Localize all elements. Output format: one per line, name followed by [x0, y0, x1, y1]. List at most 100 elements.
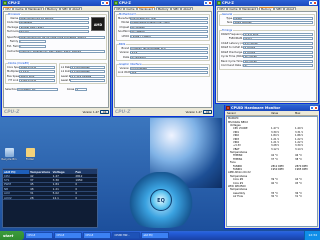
ok-button[interactable]: OK: [203, 110, 212, 114]
field-row: Brand Phoenix Technologies, LTD: [118, 46, 208, 51]
tab-panel: Processor AMD Athlon 64 NameAMD Athlon 6…: [3, 10, 109, 108]
cpuz-window-cpu[interactable]: CPU-Z CPU Cache Mainboard Memory SPD Abo…: [1, 0, 111, 117]
desktop-icon-recycle-bin[interactable]: Recycle Bin: [1, 148, 17, 161]
titlebar[interactable]: CPU-Z: [2, 0, 110, 6]
sensor-value: 30 °C: [271, 195, 278, 199]
cpuz-app-icon: [217, 1, 221, 5]
sensor-max: 31 °C: [295, 195, 302, 199]
minimize-button[interactable]: [203, 1, 208, 5]
close-button[interactable]: [208, 1, 212, 5]
cores-label: Cores: [66, 87, 75, 91]
field-value: 65 nm: [19, 30, 89, 34]
clock: 12:34: [308, 233, 317, 237]
desktop-icon-folder[interactable]: Folder: [22, 148, 38, 161]
sensor-max: 3.14 V: [295, 147, 304, 151]
field-row: Cycle Time (tRAS) 12 clocks: [221, 55, 313, 59]
sensor-name: Air Flow: [233, 195, 243, 199]
selection-label: Selection: [5, 87, 17, 91]
desktop-icon-label: Folder: [25, 157, 34, 161]
sensor-name: NB: [4, 186, 9, 191]
field-row: Instructions MMX(+), 3DNow!(+), SSE, SSE2…: [7, 50, 105, 54]
minimize-button[interactable]: [308, 1, 313, 5]
gauge-core: EQ: [150, 189, 172, 211]
cache-group: L1 Data 2 x 64 KBytes L1 Inst. 2 x 64 KByt…: [59, 62, 107, 84]
field-row: Bank Cycle Time 18 clocks: [221, 59, 313, 64]
tab-panel: General Type DDR2 Size 2048 MBytes Timings…: [217, 10, 317, 102]
field-row: Ext. Family F: [7, 44, 46, 49]
sensor-name: AUX2: [4, 195, 12, 200]
field-value: 1300.0 MHz: [19, 79, 55, 83]
sensor-name: CPU: [4, 173, 10, 178]
taskbar-button[interactable]: abit EQ: [141, 232, 169, 239]
field-value: ATI RS690: [130, 25, 208, 29]
column-header[interactable]: Max: [294, 112, 318, 115]
titlebar[interactable]: CPUID Hardware Monitor: [225, 105, 319, 111]
cores-value: 2: [75, 87, 87, 91]
field-row: DRAM Frequency 372.6 MHz: [221, 32, 313, 37]
taskbar-button[interactable]: CPUID HW...: [112, 232, 140, 239]
fan-value: 1950: [75, 178, 83, 183]
fan-value: 0: [75, 191, 78, 196]
field-row: RAS# Precharge (tRP) 4 clocks: [221, 50, 313, 55]
window-title: CPUID Hardware Monitor: [231, 106, 281, 110]
eq-gauge: EQ: [120, 172, 202, 228]
field-row: CAS# Latency (CL) 4.0 clocks: [221, 41, 313, 46]
sensor-tree[interactable]: MAIN-PC MSI K9AG NEO2 Voltages CPU VCORE 1.4…: [226, 116, 318, 227]
version-label: Version 1.47: [82, 110, 99, 114]
taskbar-button[interactable]: CPU-Z: [83, 232, 111, 239]
footer: CPU-Z Version 1.47 OK: [3, 109, 109, 115]
field-value: K9AG Neo2-Digital (MS-7368): [130, 21, 208, 25]
field-row: Level 22 x 512 KBytes: [61, 74, 105, 79]
clocks-group: Clocks (Core#0) Core Speed 2860.0 MHz Mul…: [5, 61, 57, 84]
temperature-value: 42: [30, 173, 34, 178]
taskbar-button[interactable]: CPU-Z: [25, 232, 53, 239]
column-header[interactable]: Sensor: [226, 112, 270, 115]
cpuz-brand: CPU-Z: [4, 109, 20, 115]
field-row: Model K9AG Neo2-Digital (MS-7368): [118, 21, 208, 25]
field-row: Size 2048 MBytes: [221, 21, 313, 25]
minimize-button[interactable]: [309, 106, 314, 110]
cpuz-app-icon: [3, 1, 7, 5]
start-button[interactable]: start: [0, 231, 24, 240]
titlebar[interactable]: CPU-Z: [113, 0, 213, 6]
selection-dropdown[interactable]: Processor #1: [17, 87, 58, 91]
close-button[interactable]: [314, 106, 318, 110]
cpuz-window-mainboard[interactable]: CPU-Z CPU Cache Mainboard Memory SPD Abo…: [112, 0, 214, 117]
ok-button[interactable]: OK: [100, 110, 109, 114]
timings-group: Timings DRAM Frequency 372.6 MHz FSB:DRAM…: [219, 28, 315, 70]
general-group: General Type DDR2 Size 2048 MBytes: [219, 12, 315, 26]
minimize-button[interactable]: [100, 1, 105, 5]
field-row: FSB:DRAM CPU/7: [221, 37, 313, 41]
taskbar: start CPU-Z CPU-Z CPU-Z CPUID HW... abit EQ …: [0, 231, 320, 240]
voltage-value: 5.02: [52, 191, 59, 196]
tree-row[interactable]: Air Flow 30 °C 31 °C: [227, 195, 317, 198]
column-header[interactable]: Value: [270, 112, 294, 115]
field-row: Core Speed 2860.0 MHz: [7, 65, 55, 70]
temperature-value: 37: [30, 178, 34, 183]
field-value: 2048 MBytes: [233, 21, 313, 25]
close-button[interactable]: [313, 1, 317, 5]
hardware-monitor-window[interactable]: CPUID Hardware Monitor Sensor Value Max …: [224, 105, 320, 229]
cpuz-window-memory[interactable]: CPU-Z CPU Cache Mainboard Memory SPD Abo…: [215, 0, 319, 104]
titlebar[interactable]: CPU-Z: [216, 0, 318, 6]
field-row: Version PCI-Express: [118, 66, 208, 71]
close-button[interactable]: [105, 1, 109, 5]
window-title: CPU-Z: [222, 1, 234, 5]
sensor-max: 1985 RPM: [295, 168, 308, 172]
fan-value: 0: [75, 195, 78, 200]
field-value: x 11.0: [19, 70, 55, 74]
field-value: 4 clocks: [243, 50, 313, 54]
selection-row: Selection Processor #1: [5, 87, 58, 92]
sensor-value: 37 °C: [271, 157, 278, 161]
sensor-max: 45 °C: [295, 181, 302, 185]
field-row: Code Name Brisbane: [7, 21, 89, 25]
taskbar-button[interactable]: CPU-Z: [54, 232, 82, 239]
temperature-value: 48: [30, 186, 34, 191]
field-row: Version V1.2: [118, 51, 208, 55]
field-row: Link Width x16: [118, 71, 208, 75]
field-row: L1 Data 2 x 64 KBytes: [61, 65, 105, 70]
field-row: L1 Inst. 2 x 64 KBytes: [61, 70, 105, 74]
voltage-value: 1.21: [52, 186, 59, 191]
sensor-value: 3.12 V: [271, 147, 280, 151]
abit-eq-panel[interactable]: abit EQ Temperature Voltage Fan CPU 42 1.4…: [2, 168, 98, 228]
